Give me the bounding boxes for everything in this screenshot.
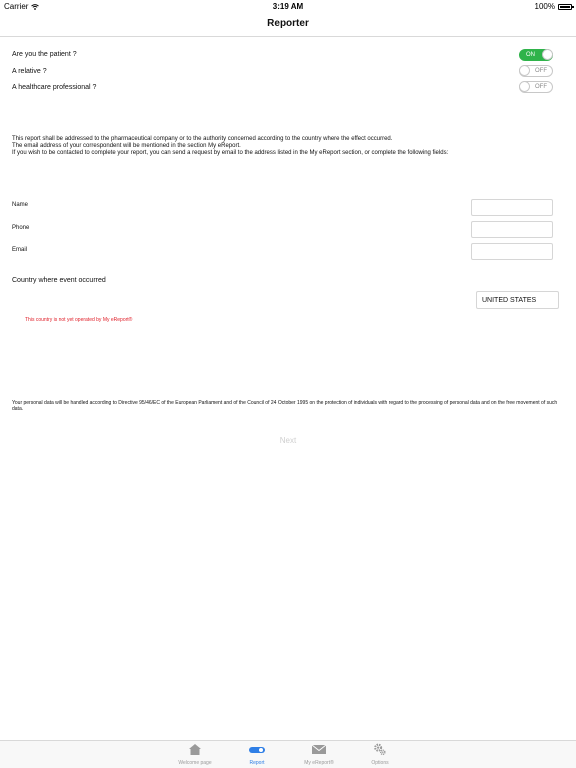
tab-label: Welcome page — [178, 760, 212, 766]
info-line-2: The email address of your correspondent … — [12, 143, 241, 149]
email-input[interactable] — [471, 243, 553, 260]
country-select[interactable]: UNITED STATES — [476, 291, 559, 309]
gears-icon — [374, 743, 386, 756]
status-bar: Carrier 3:19 AM 100% — [0, 0, 576, 12]
info-line-1: This report shall be addressed to the ph… — [12, 136, 393, 142]
question-patient-label: Are you the patient ? — [12, 51, 77, 58]
navigation-bar: Reporter — [0, 12, 576, 37]
name-label: Name — [12, 202, 29, 208]
toggle-knob — [542, 49, 553, 60]
info-line-3: If you wish to be contacted to complete … — [12, 150, 449, 156]
relative-toggle[interactable]: OFF — [519, 65, 553, 77]
country-warning: This country is not yet operated by My e… — [25, 317, 133, 323]
next-button[interactable]: Next — [268, 433, 308, 447]
phone-input[interactable] — [471, 221, 553, 238]
name-input[interactable] — [471, 199, 553, 216]
envelope-icon — [311, 744, 327, 754]
toggle-icon — [249, 747, 265, 753]
page-title: Reporter — [267, 18, 309, 29]
patient-toggle[interactable]: ON — [519, 49, 553, 61]
toggle-state-label: OFF — [535, 68, 547, 74]
email-label: Email — [12, 247, 28, 253]
tab-my-ereport[interactable]: My eReport® — [284, 743, 354, 768]
toggle-state-label: OFF — [535, 84, 547, 90]
privacy-notice: Your personal data will be handled accor… — [12, 400, 558, 412]
battery-percent: 100% — [534, 2, 555, 11]
tab-report[interactable]: Report — [222, 743, 292, 768]
tab-options[interactable]: Options — [345, 743, 415, 768]
tab-welcome-page[interactable]: Welcome page — [160, 743, 230, 768]
tab-bar: Welcome page Report My eReport® Options — [0, 740, 576, 768]
phone-label: Phone — [12, 225, 30, 231]
home-icon — [189, 744, 201, 755]
battery-status: 100% — [534, 2, 574, 11]
clock: 3:19 AM — [272, 2, 304, 11]
country-label: Country where event occurred — [12, 277, 106, 284]
toggle-knob — [519, 65, 530, 76]
tab-label: Report — [249, 760, 265, 766]
toggle-knob — [519, 81, 530, 92]
tab-label: My eReport® — [304, 760, 334, 766]
info-text: This report shall be addressed to the ph… — [12, 136, 564, 157]
question-healthcare-label: A healthcare professional ? — [12, 84, 97, 91]
battery-icon — [558, 3, 574, 10]
toggle-state-label: ON — [526, 52, 535, 58]
healthcare-professional-toggle[interactable]: OFF — [519, 81, 553, 93]
tab-label: Options — [371, 760, 389, 766]
question-relative-label: A relative ? — [12, 68, 47, 75]
